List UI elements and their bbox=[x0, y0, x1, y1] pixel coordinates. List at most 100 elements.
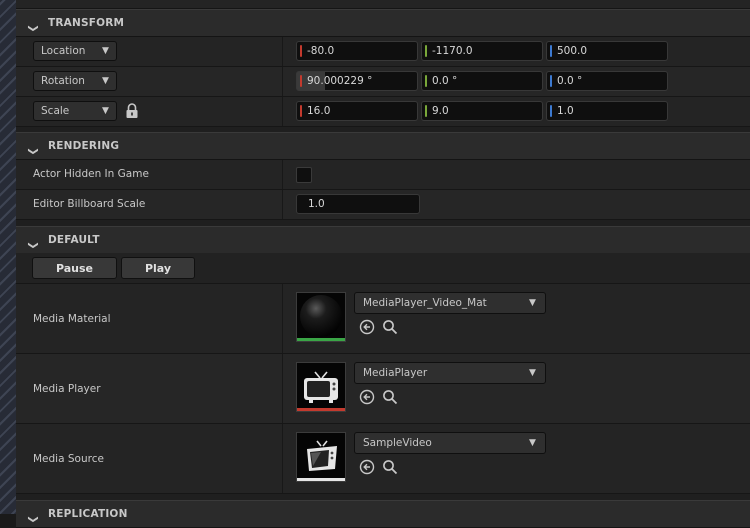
location-z-field[interactable]: 500.0 bbox=[546, 41, 668, 61]
search-icon[interactable] bbox=[382, 389, 398, 405]
play-button[interactable]: Play bbox=[121, 257, 195, 279]
location-y-field[interactable]: -1170.0 bbox=[421, 41, 543, 61]
field-value: 9.0 bbox=[432, 105, 449, 117]
column-divider bbox=[282, 190, 283, 219]
rotation-y-field[interactable]: 0.0 ° bbox=[421, 71, 543, 91]
property-row-media-player: Media Player MediaPlayer ▼ bbox=[16, 354, 750, 424]
property-row-location: Location ▼ -80.0 -1170.0 500.0 bbox=[16, 37, 750, 67]
chevron-down-icon: ▼ bbox=[102, 46, 109, 56]
dropdown-label: Scale bbox=[41, 105, 70, 117]
section-header-default[interactable]: ❮ DEFAULT bbox=[16, 226, 750, 254]
field-value: 0.0 ° bbox=[432, 75, 458, 87]
media-source-thumbnail[interactable] bbox=[296, 432, 346, 482]
dropdown-label: Rotation bbox=[41, 75, 85, 87]
x-axis-color-bar bbox=[300, 75, 302, 87]
scale-mode-dropdown[interactable]: Scale ▼ bbox=[33, 101, 117, 121]
panel-top-strip bbox=[16, 0, 750, 9]
pause-button[interactable]: Pause bbox=[32, 257, 117, 279]
property-label: Media Source bbox=[33, 453, 104, 465]
field-value: 90.000229 ° bbox=[307, 75, 373, 87]
column-divider bbox=[282, 284, 283, 353]
search-icon[interactable] bbox=[382, 459, 398, 475]
chevron-down-icon[interactable]: ❮ bbox=[28, 14, 39, 32]
property-row-billboard-scale: Editor Billboard Scale 1.0 bbox=[16, 190, 750, 220]
sphere-icon bbox=[300, 295, 342, 337]
asset-name: MediaPlayer_Video_Mat bbox=[363, 297, 487, 309]
section-header-replication[interactable]: ❮ REPLICATION bbox=[16, 500, 750, 528]
chevron-down-icon: ▼ bbox=[102, 106, 109, 116]
x-axis-color-bar bbox=[300, 105, 302, 117]
media-material-asset-picker[interactable]: MediaPlayer_Video_Mat ▼ bbox=[354, 292, 546, 314]
section-header-transform[interactable]: ❮ TRANSFORM bbox=[16, 9, 750, 37]
z-axis-color-bar bbox=[550, 75, 552, 87]
chevron-down-icon[interactable]: ❮ bbox=[28, 231, 39, 249]
rotation-mode-dropdown[interactable]: Rotation ▼ bbox=[33, 71, 117, 91]
dropdown-label: Location bbox=[41, 45, 86, 57]
search-icon[interactable] bbox=[382, 319, 398, 335]
y-axis-color-bar bbox=[425, 75, 427, 87]
field-value: 500.0 bbox=[557, 45, 588, 57]
column-divider bbox=[282, 97, 283, 126]
chevron-down-icon: ▼ bbox=[529, 438, 536, 448]
property-row-media-material: Media Material MediaPlayer_Video_Mat ▼ bbox=[16, 284, 750, 354]
chevron-down-icon: ▼ bbox=[529, 368, 536, 378]
y-axis-color-bar bbox=[425, 45, 427, 57]
lock-icon[interactable] bbox=[125, 103, 139, 119]
asset-name: SampleVideo bbox=[363, 437, 432, 449]
asset-type-underline bbox=[297, 338, 345, 341]
property-label: Editor Billboard Scale bbox=[33, 198, 146, 210]
scale-z-field[interactable]: 1.0 bbox=[546, 101, 668, 121]
field-value: 16.0 bbox=[307, 105, 331, 117]
rotation-x-field[interactable]: 90.000229 ° bbox=[296, 71, 418, 91]
y-axis-color-bar bbox=[425, 105, 427, 117]
arrow-left-circle-icon[interactable] bbox=[359, 319, 375, 335]
arrow-left-circle-icon[interactable] bbox=[359, 389, 375, 405]
tv-icon bbox=[304, 371, 338, 403]
details-panel: ❮ TRANSFORM Location ▼ -80.0 -1170.0 500… bbox=[16, 0, 750, 528]
field-value: -80.0 bbox=[307, 45, 335, 57]
actor-hidden-checkbox[interactable] bbox=[296, 167, 312, 183]
section-title: DEFAULT bbox=[48, 234, 100, 246]
property-label: Media Player bbox=[33, 383, 101, 395]
z-axis-color-bar bbox=[550, 45, 552, 57]
material-sphere-thumbnail[interactable] bbox=[296, 292, 346, 342]
x-axis-color-bar bbox=[300, 45, 302, 57]
chevron-down-icon[interactable]: ❮ bbox=[28, 137, 39, 155]
field-value: -1170.0 bbox=[432, 45, 473, 57]
property-row-rotation: Rotation ▼ 90.000229 ° 0.0 ° 0.0 ° bbox=[16, 67, 750, 97]
location-mode-dropdown[interactable]: Location ▼ bbox=[33, 41, 117, 61]
asset-type-underline bbox=[297, 408, 345, 411]
chevron-down-icon: ▼ bbox=[102, 76, 109, 86]
column-divider bbox=[282, 160, 283, 189]
scale-x-field[interactable]: 16.0 bbox=[296, 101, 418, 121]
z-axis-color-bar bbox=[550, 105, 552, 117]
asset-type-underline bbox=[297, 478, 345, 481]
scale-y-field[interactable]: 9.0 bbox=[421, 101, 543, 121]
rotation-z-field[interactable]: 0.0 ° bbox=[546, 71, 668, 91]
property-label: Actor Hidden In Game bbox=[33, 168, 149, 180]
section-title: RENDERING bbox=[48, 140, 120, 152]
section-title: REPLICATION bbox=[48, 508, 128, 520]
media-source-asset-picker[interactable]: SampleVideo ▼ bbox=[354, 432, 546, 454]
chevron-down-icon: ▼ bbox=[529, 298, 536, 308]
field-value: 1.0 bbox=[308, 198, 325, 210]
tv-tilted-icon bbox=[307, 440, 337, 471]
media-player-thumbnail[interactable] bbox=[296, 362, 346, 412]
column-divider bbox=[282, 354, 283, 423]
section-title: TRANSFORM bbox=[48, 17, 125, 29]
location-x-field[interactable]: -80.0 bbox=[296, 41, 418, 61]
column-divider bbox=[282, 37, 283, 66]
property-row-actor-hidden: Actor Hidden In Game bbox=[16, 160, 750, 190]
asset-name: MediaPlayer bbox=[363, 367, 428, 379]
billboard-scale-field[interactable]: 1.0 bbox=[296, 194, 420, 214]
viewport-edge bbox=[0, 0, 16, 514]
property-row-scale: Scale ▼ 16.0 9.0 1.0 bbox=[16, 97, 750, 127]
column-divider bbox=[282, 67, 283, 96]
section-header-rendering[interactable]: ❮ RENDERING bbox=[16, 132, 750, 160]
field-value: 0.0 ° bbox=[557, 75, 583, 87]
media-player-asset-picker[interactable]: MediaPlayer ▼ bbox=[354, 362, 546, 384]
property-row-media-source: Media Source SampleVideo ▼ bbox=[16, 424, 750, 494]
chevron-down-icon[interactable]: ❮ bbox=[28, 505, 39, 523]
field-value: 1.0 bbox=[557, 105, 574, 117]
arrow-left-circle-icon[interactable] bbox=[359, 459, 375, 475]
